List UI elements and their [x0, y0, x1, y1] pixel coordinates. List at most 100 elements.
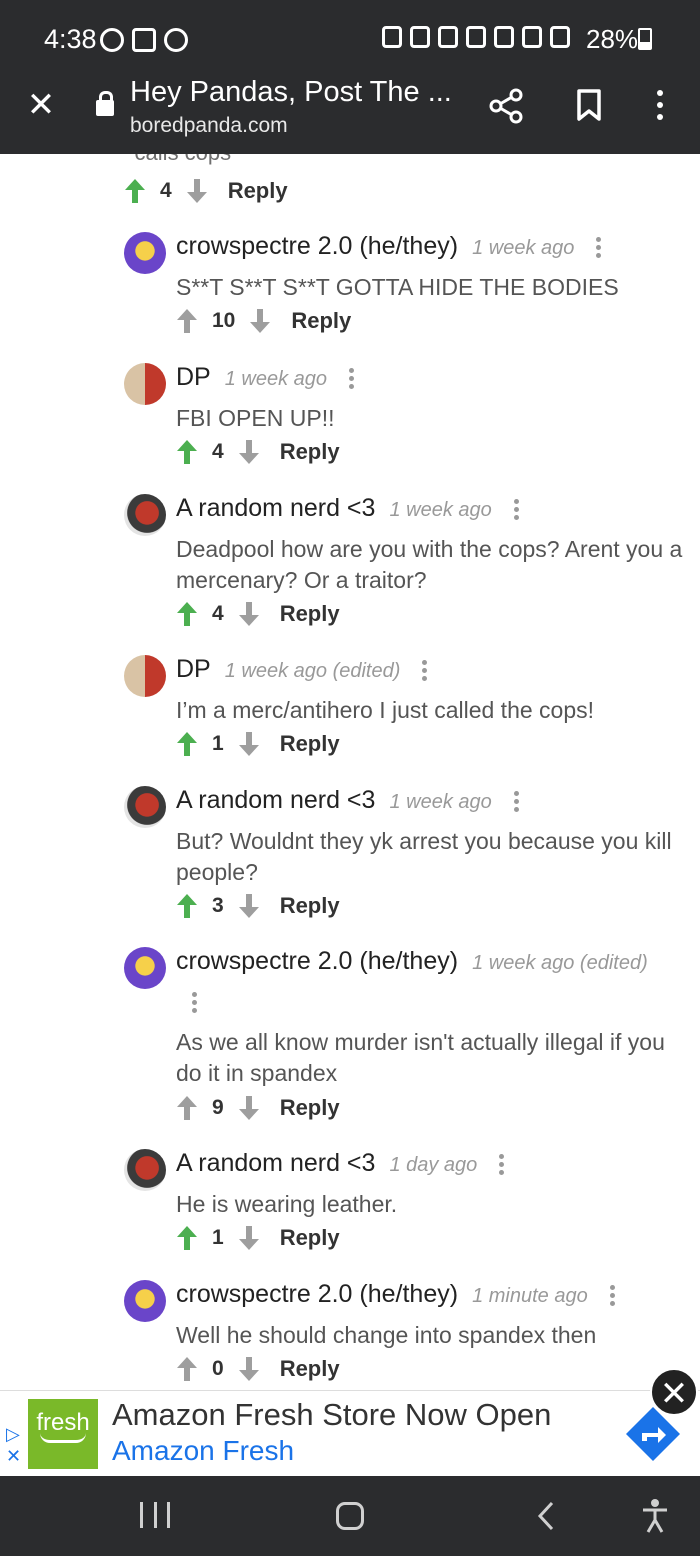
clipped-comment-text: *calls cops*	[126, 154, 240, 166]
vote-count: 4	[212, 602, 224, 625]
signal-icon	[550, 26, 570, 48]
upvote-icon[interactable]	[176, 308, 198, 334]
browser-toolbar: ✕ Hey Pandas, Post The ... boredpanda.co…	[0, 72, 700, 154]
avatar[interactable]	[124, 494, 166, 536]
comment-author[interactable]: A random nerd <3	[176, 786, 375, 814]
comment-header: DP 1 week ago	[176, 363, 355, 392]
avatar[interactable]	[124, 655, 166, 697]
vote-row: 3 Reply	[176, 891, 340, 921]
comment-menu-icon[interactable]	[349, 365, 355, 392]
downvote-icon[interactable]	[238, 731, 260, 757]
more-options-icon[interactable]	[654, 90, 666, 122]
downvote-icon[interactable]	[238, 1225, 260, 1251]
ad-choices-icon[interactable]: ▷ ✕	[6, 1423, 21, 1467]
comment-header: crowspectre 2.0 (he/they) 1 week ago (edi…	[176, 947, 648, 976]
page-url[interactable]: boredpanda.com	[130, 114, 288, 138]
avatar[interactable]	[124, 947, 166, 989]
vote-count: 0	[212, 1357, 224, 1380]
comment-header: crowspectre 2.0 (he/they) 1 week ago	[176, 232, 602, 261]
reply-button[interactable]: Reply	[280, 1095, 340, 1121]
downvote-icon[interactable]	[249, 308, 271, 334]
comment-text: S**T S**T S**T GOTTA HIDE THE BODIES	[176, 274, 619, 300]
reply-button[interactable]: Reply	[291, 308, 351, 334]
comment-menu-icon[interactable]	[596, 234, 602, 261]
upvote-icon[interactable]	[176, 1225, 198, 1251]
comment-author[interactable]: DP	[176, 655, 211, 683]
vote-row: 4 Reply	[124, 176, 288, 206]
battery-icon	[638, 28, 652, 50]
comment-time: 1 week ago (edited)	[224, 660, 401, 682]
vote-row: 4 Reply	[176, 437, 340, 467]
comment-header: crowspectre 2.0 (he/they) 1 minute ago	[176, 1280, 616, 1309]
wifi-icon	[522, 26, 542, 48]
ad-title[interactable]: Amazon Fresh Store Now Open	[112, 1397, 551, 1433]
comment-header: A random nerd <3 1 week ago	[176, 494, 520, 523]
ad-close-button[interactable]: ✕	[650, 1368, 698, 1416]
reply-button[interactable]: Reply	[228, 178, 288, 204]
upvote-icon[interactable]	[176, 731, 198, 757]
reply-button[interactable]: Reply	[280, 601, 340, 627]
avatar[interactable]	[124, 1149, 166, 1191]
reply-button[interactable]: Reply	[280, 731, 340, 757]
upvote-icon[interactable]	[176, 601, 198, 627]
vote-row: 1 Reply	[176, 729, 340, 759]
comment-menu-icon[interactable]	[513, 496, 520, 523]
comment-time: 1 week ago	[224, 368, 328, 390]
upvote-icon[interactable]	[176, 1095, 198, 1121]
upvote-icon[interactable]	[176, 893, 198, 919]
comment-menu-icon[interactable]	[499, 1151, 505, 1178]
comment-menu-icon[interactable]	[513, 788, 520, 815]
reply-button[interactable]: Reply	[280, 1356, 340, 1382]
vote-row: 4 Reply	[176, 599, 340, 629]
avatar[interactable]	[124, 1280, 166, 1322]
accessibility-icon[interactable]	[640, 1498, 670, 1534]
comment-author[interactable]: crowspectre 2.0 (he/they)	[176, 232, 458, 260]
reply-button[interactable]: Reply	[280, 893, 340, 919]
comment-time: 1 week ago	[472, 237, 575, 259]
home-icon[interactable]	[336, 1502, 364, 1530]
page-title[interactable]: Hey Pandas, Post The ...	[130, 76, 452, 109]
comments-section: *calls cops* 4 Reply crowspectre 2.0 (he…	[0, 154, 700, 1390]
downvote-icon[interactable]	[238, 601, 260, 627]
comment-text: Well he should change into spandex then	[176, 1322, 597, 1348]
avatar[interactable]	[124, 232, 166, 274]
downvote-icon[interactable]	[238, 1095, 260, 1121]
comment-author[interactable]: DP	[176, 363, 211, 391]
comment-text: He is wearing leather.	[176, 1191, 398, 1217]
downvote-icon[interactable]	[238, 893, 260, 919]
reply-button[interactable]: Reply	[280, 439, 340, 465]
comment-author[interactable]: A random nerd <3	[176, 1149, 375, 1177]
upvote-icon[interactable]	[176, 1356, 198, 1382]
lock-icon[interactable]	[96, 91, 114, 116]
reply-button[interactable]: Reply	[280, 1225, 340, 1251]
ad-advertiser[interactable]: Amazon Fresh	[112, 1435, 294, 1467]
comment-time: 1 week ago (edited)	[472, 952, 648, 974]
vote-count: 1	[212, 732, 224, 755]
downvote-icon[interactable]	[186, 178, 208, 204]
avatar[interactable]	[124, 363, 166, 405]
comment-menu-icon[interactable]	[422, 657, 428, 684]
comment-text: I’m a merc/antihero I just called the co…	[176, 697, 595, 723]
comment-author[interactable]: crowspectre 2.0 (he/they)	[176, 947, 458, 975]
upvote-icon[interactable]	[124, 178, 146, 204]
comment-author[interactable]: A random nerd <3	[176, 494, 375, 522]
vote-count: 4	[212, 440, 224, 463]
share-icon[interactable]	[488, 88, 524, 124]
ad-logo[interactable]: fresh	[28, 1399, 98, 1469]
avatar[interactable]	[124, 786, 166, 828]
recent-apps-icon[interactable]	[140, 1502, 170, 1530]
status-bar: 4:38 28%	[0, 0, 700, 72]
location-icon	[494, 26, 514, 48]
comment-menu-icon[interactable]	[192, 989, 198, 1016]
bookmark-icon[interactable]	[574, 88, 604, 122]
downvote-icon[interactable]	[238, 1356, 260, 1382]
downvote-icon[interactable]	[238, 439, 260, 465]
close-tab-icon[interactable]: ✕	[26, 88, 56, 122]
comment-menu-icon[interactable]	[609, 1282, 616, 1309]
back-icon[interactable]	[536, 1500, 556, 1532]
upvote-icon[interactable]	[176, 439, 198, 465]
ad-banner[interactable]: ▷ ✕ fresh Amazon Fresh Store Now Open Ama…	[0, 1390, 700, 1476]
vote-count: 10	[212, 309, 236, 332]
comment-author[interactable]: crowspectre 2.0 (he/they)	[176, 1280, 458, 1308]
comment-text: FBI OPEN UP!!	[176, 405, 335, 431]
